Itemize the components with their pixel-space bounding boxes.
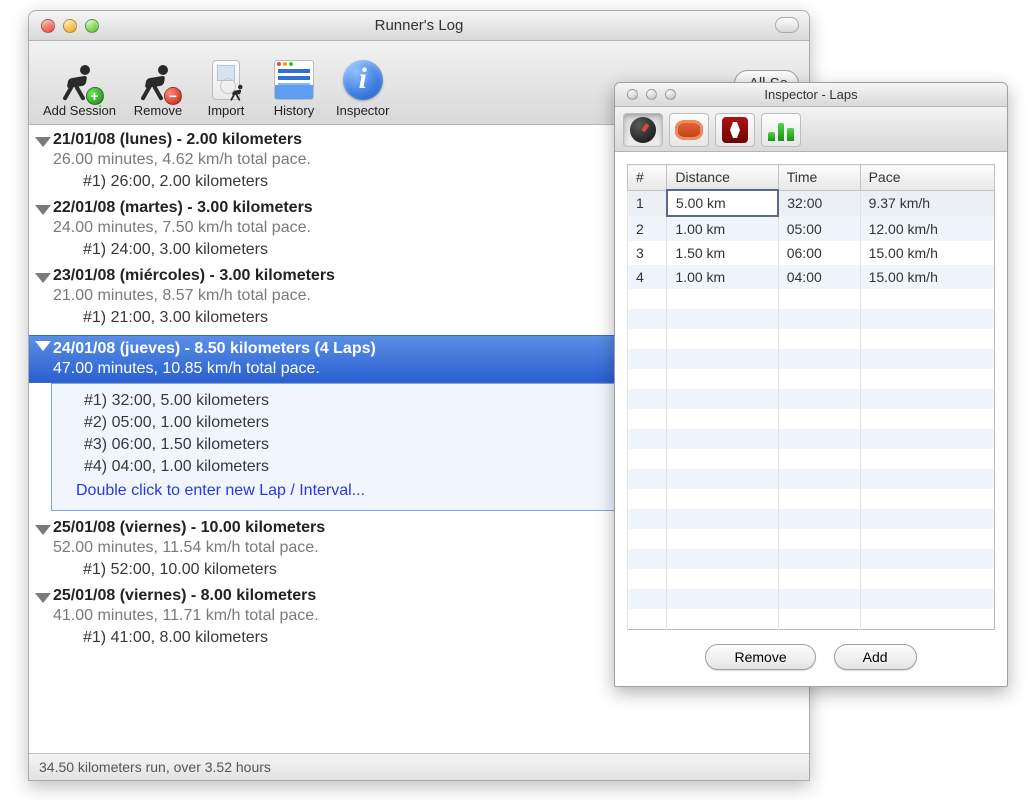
table-row-empty — [628, 389, 995, 409]
import-label: Import — [208, 103, 245, 118]
runner-card-icon — [722, 117, 748, 143]
main-titlebar[interactable]: Runner's Log — [29, 11, 809, 41]
cell-time: 32:00 — [778, 190, 860, 216]
table-row-empty — [628, 469, 995, 489]
inspector-tab-summary[interactable] — [623, 113, 663, 147]
inspector-tab-laps[interactable] — [669, 113, 709, 147]
table-row-empty — [628, 609, 995, 629]
info-icon: i — [341, 57, 385, 103]
table-row[interactable]: 2 1.00 km 05:00 12.00 km/h — [628, 216, 995, 241]
inspector-tab-stats[interactable] — [761, 113, 801, 147]
table-row-empty — [628, 449, 995, 469]
disclosure-triangle-icon[interactable] — [35, 273, 51, 283]
table-row-empty — [628, 429, 995, 449]
col-time[interactable]: Time — [778, 165, 860, 191]
cell-num: 1 — [628, 190, 667, 216]
table-row-empty — [628, 289, 995, 309]
history-label: History — [274, 103, 314, 118]
table-row-empty — [628, 369, 995, 389]
disclosure-triangle-icon[interactable] — [35, 205, 51, 215]
table-row[interactable]: 4 1.00 km 04:00 15.00 km/h — [628, 265, 995, 289]
cell-num: 2 — [628, 216, 667, 241]
history-window-icon — [272, 57, 316, 103]
cell-num: 4 — [628, 265, 667, 289]
cell-pace: 12.00 km/h — [860, 216, 994, 241]
laps-table[interactable]: # Distance Time Pace 1 5.00 km 32:00 9.3… — [627, 164, 995, 630]
status-text: 34.50 kilometers run, over 3.52 hours — [39, 759, 271, 775]
cell-time: 06:00 — [778, 241, 860, 265]
inspector-title: Inspector - Laps — [615, 87, 1007, 102]
remove-lap-button[interactable]: Remove — [705, 644, 815, 670]
inspector-button[interactable]: i Inspector — [332, 55, 393, 120]
table-row-empty — [628, 569, 995, 589]
cell-distance: 1.00 km — [667, 216, 778, 241]
cell-pace: 9.37 km/h — [860, 190, 994, 216]
col-distance[interactable]: Distance — [667, 165, 778, 191]
bar-chart-icon — [768, 119, 794, 141]
col-pace[interactable]: Pace — [860, 165, 994, 191]
runner-add-icon: + — [58, 57, 102, 103]
inspector-titlebar[interactable]: Inspector - Laps — [615, 83, 1007, 107]
status-bar: 34.50 kilometers run, over 3.52 hours — [29, 753, 809, 780]
table-row-empty — [628, 589, 995, 609]
table-row-empty — [628, 509, 995, 529]
remove-session-button[interactable]: − Remove — [128, 55, 188, 120]
track-icon — [675, 120, 703, 140]
table-row-empty — [628, 549, 995, 569]
cell-pace: 15.00 km/h — [860, 241, 994, 265]
cell-distance-editing[interactable]: 5.00 km — [667, 190, 778, 216]
inspector-window: Inspector - Laps # Distance Time Pace — [614, 82, 1008, 687]
table-row-empty — [628, 309, 995, 329]
table-row-empty — [628, 489, 995, 509]
inspector-buttons: Remove Add — [627, 644, 995, 670]
inspector-body: # Distance Time Pace 1 5.00 km 32:00 9.3… — [615, 152, 1007, 686]
col-num[interactable]: # — [628, 165, 667, 191]
table-row-empty — [628, 529, 995, 549]
add-lap-button[interactable]: Add — [834, 644, 917, 670]
inspector-toolbar — [615, 107, 1007, 152]
laps-table-header: # Distance Time Pace — [628, 165, 995, 191]
add-session-label: Add Session — [43, 103, 116, 118]
table-row-empty — [628, 349, 995, 369]
toolbar-toggle-button[interactable] — [775, 17, 799, 33]
history-button[interactable]: History — [264, 55, 324, 120]
disclosure-triangle-icon[interactable] — [35, 341, 51, 351]
stopwatch-icon — [630, 117, 656, 143]
table-row-empty — [628, 329, 995, 349]
ipod-import-icon — [204, 57, 248, 103]
table-row-empty — [628, 409, 995, 429]
remove-session-label: Remove — [134, 103, 182, 118]
inspector-label: Inspector — [336, 103, 389, 118]
cell-pace: 15.00 km/h — [860, 265, 994, 289]
cell-time: 04:00 — [778, 265, 860, 289]
add-session-button[interactable]: + Add Session — [39, 55, 120, 120]
disclosure-triangle-icon[interactable] — [35, 525, 51, 535]
cell-distance: 1.00 km — [667, 265, 778, 289]
inspector-tab-runner[interactable] — [715, 113, 755, 147]
disclosure-triangle-icon[interactable] — [35, 593, 51, 603]
table-row[interactable]: 3 1.50 km 06:00 15.00 km/h — [628, 241, 995, 265]
disclosure-triangle-icon[interactable] — [35, 137, 51, 147]
runner-remove-icon: − — [136, 57, 180, 103]
cell-time: 05:00 — [778, 216, 860, 241]
cell-num: 3 — [628, 241, 667, 265]
import-button[interactable]: Import — [196, 55, 256, 120]
table-row[interactable]: 1 5.00 km 32:00 9.37 km/h — [628, 190, 995, 216]
cell-distance: 1.50 km — [667, 241, 778, 265]
window-title: Runner's Log — [29, 17, 809, 34]
